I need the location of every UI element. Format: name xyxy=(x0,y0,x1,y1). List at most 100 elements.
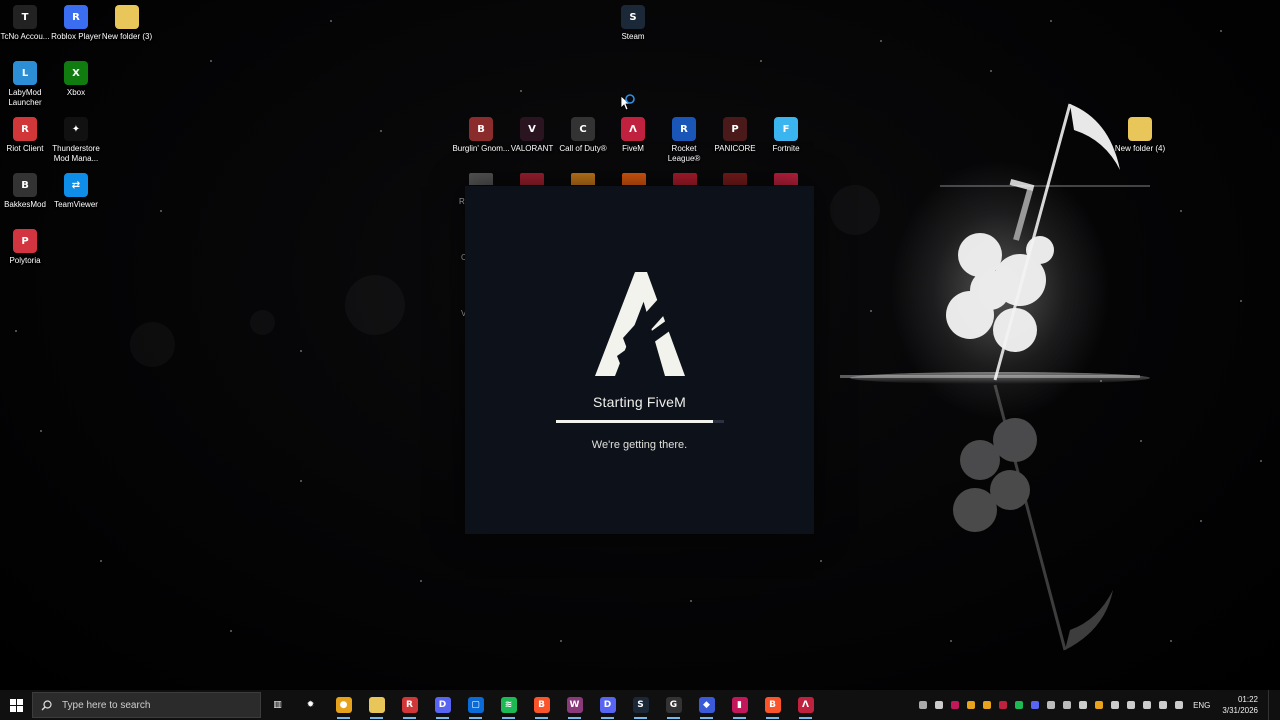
desktop-icon[interactable]: S Steam xyxy=(608,5,658,42)
call-of-duty-icon: C xyxy=(571,117,595,141)
desktop-icon[interactable]: ✦ Thunderstore Mod Mana... xyxy=(51,117,101,164)
star xyxy=(1170,640,1172,642)
bakkesmod-icon: B xyxy=(13,173,37,197)
desktop-icon[interactable] xyxy=(558,173,608,185)
steam-icon: S xyxy=(632,697,649,713)
desktop-icon[interactable] xyxy=(710,173,760,185)
battery-icon[interactable] xyxy=(1171,690,1187,720)
star xyxy=(690,600,692,602)
desktop-icon[interactable]: F Fortnite xyxy=(761,117,811,154)
microphone-icon[interactable] xyxy=(1075,690,1091,720)
taskbar-app-button[interactable]: ✹ xyxy=(294,690,327,720)
taskbar-app-button[interactable]: S xyxy=(624,690,657,720)
desktop-icon[interactable]: V VALORANT xyxy=(507,117,557,154)
tray-icon-8[interactable] xyxy=(1027,690,1043,720)
taskbar-app-button[interactable]: D xyxy=(591,690,624,720)
taskbar-app-button[interactable]: ● xyxy=(327,690,360,720)
tray-icon-5[interactable] xyxy=(979,690,995,720)
desktop-icon-label: BakkesMod xyxy=(4,200,46,209)
headset-icon[interactable] xyxy=(931,690,947,720)
desktop-icon[interactable]: R Rocket League® xyxy=(659,117,709,164)
desktop-icon[interactable]: C Call of Duty® xyxy=(558,117,608,154)
search-input[interactable] xyxy=(62,699,242,711)
katana-flower-wallpaper-art xyxy=(840,103,1150,651)
desktop-icon[interactable]: New folder (3) xyxy=(102,5,152,42)
desktop-icon[interactable]: B BakkesMod xyxy=(0,173,50,210)
desktop-icon-label: TeamViewer xyxy=(54,200,98,209)
settings-icon[interactable] xyxy=(1107,690,1123,720)
language-indicator[interactable]: ENG xyxy=(1187,701,1216,710)
polytoria-icon: P xyxy=(13,229,37,253)
star xyxy=(1180,210,1182,212)
fivem-logo-icon xyxy=(594,272,685,376)
desktop-icon[interactable]: R Riot Client xyxy=(0,117,50,154)
volume-icon[interactable] xyxy=(1123,690,1139,720)
burglin-gnomes-icon: B xyxy=(469,117,493,141)
desktop-icon[interactable] xyxy=(609,173,659,185)
star xyxy=(160,210,162,212)
taskbar-app-button[interactable]: W xyxy=(558,690,591,720)
tray-icon-7[interactable] xyxy=(1011,690,1027,720)
clock-date: 3/31/2026 xyxy=(1222,706,1258,715)
partial-icon-1 xyxy=(469,173,493,185)
speaker-icon[interactable] xyxy=(1139,690,1155,720)
desktop-icon[interactable]: New folder (4) xyxy=(1115,117,1165,154)
partial-icon-3 xyxy=(571,173,595,185)
desktop-icon[interactable]: ⇄ TeamViewer xyxy=(51,173,101,210)
tray-icon-12[interactable] xyxy=(1091,690,1107,720)
tray-icon-1[interactable] xyxy=(915,690,931,720)
tray-steam-icon[interactable] xyxy=(1059,690,1075,720)
taskbar-app-button[interactable]: ▢ xyxy=(459,690,492,720)
desktop-icon-label: Steam xyxy=(621,32,645,41)
taskbar-app-button[interactable]: Λ xyxy=(789,690,822,720)
tray-icon-6[interactable] xyxy=(995,690,1011,720)
taskbar-app-button[interactable]: D xyxy=(426,690,459,720)
desktop-icon[interactable]: X Xbox xyxy=(51,61,101,98)
star xyxy=(880,40,882,42)
desktop-icon-label: Roblox Player xyxy=(51,32,101,41)
taskbar-search-box[interactable] xyxy=(32,692,261,718)
desktop-icon[interactable]: B Burglin' Gnom... xyxy=(452,117,510,154)
taskbar-app-button[interactable]: ▮ xyxy=(723,690,756,720)
desktop-icon[interactable] xyxy=(456,173,506,185)
tray-icon-4[interactable] xyxy=(963,690,979,720)
folder-icon xyxy=(1128,117,1152,141)
star xyxy=(760,60,762,62)
tray-icon-9[interactable] xyxy=(1043,690,1059,720)
desktop-icon[interactable]: P Polytoria xyxy=(0,229,50,266)
desktop-icon[interactable] xyxy=(660,173,710,185)
desktop-icon[interactable]: P PANICORE xyxy=(710,117,760,154)
star xyxy=(520,90,522,92)
desktop-icon[interactable]: Λ FiveM xyxy=(608,117,658,154)
star xyxy=(230,630,232,632)
bokeh-light xyxy=(250,310,275,335)
taskbar-app-button[interactable]: ▥ xyxy=(261,690,294,720)
taskbar-app-button[interactable]: ◆ xyxy=(690,690,723,720)
desktop-icon[interactable] xyxy=(507,173,557,185)
taskbar-app-button[interactable]: B xyxy=(756,690,789,720)
star xyxy=(1240,300,1242,302)
desktop-icon-label: Fortnite xyxy=(772,144,800,153)
splash-title: Starting FiveM xyxy=(592,394,687,410)
taskbar-app-button[interactable]: R xyxy=(393,690,426,720)
network-icon[interactable] xyxy=(1155,690,1171,720)
taskbar: ▥✹●RD▢≋BWDSG◆▮BΛ ENG 01:22 3/31/2026 xyxy=(0,690,1280,720)
desktop-icon[interactable]: L LabyMod Launcher xyxy=(0,61,50,108)
thunderstore-icon: ✦ xyxy=(64,117,88,141)
desktop-icon[interactable] xyxy=(761,173,811,185)
taskbar-app-button[interactable]: B xyxy=(525,690,558,720)
desktop-icon[interactable]: T TcNo Accou... xyxy=(0,5,50,42)
desktop-icon-label: LabyMod Launcher xyxy=(8,88,42,107)
desktop-icon-label: Thunderstore Mod Mana... xyxy=(52,144,100,163)
mouse-cursor-busy-icon xyxy=(620,94,635,111)
desktop-icon-label: Burglin' Gnom... xyxy=(452,144,510,153)
taskbar-app-button[interactable] xyxy=(360,690,393,720)
show-desktop-button[interactable] xyxy=(1268,690,1280,720)
taskbar-app-button[interactable]: G xyxy=(657,690,690,720)
steam-icon: S xyxy=(621,5,645,29)
tray-icon-3[interactable] xyxy=(947,690,963,720)
taskbar-app-button[interactable]: ≋ xyxy=(492,690,525,720)
start-button[interactable] xyxy=(0,690,32,720)
desktop-icon[interactable]: R Roblox Player xyxy=(51,5,101,42)
taskbar-clock[interactable]: 01:22 3/31/2026 xyxy=(1216,694,1268,716)
